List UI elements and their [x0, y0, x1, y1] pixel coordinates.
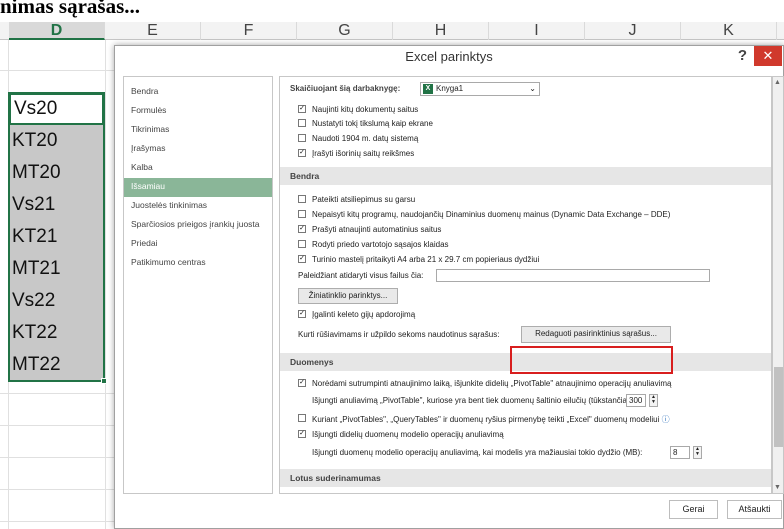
- startup-folder-label: Paleidžiant atidaryti visus failus čia:: [298, 271, 424, 280]
- options-content: Skaičiuojant šią darbaknygę: X Knyga1 ⌄ ✓…: [279, 76, 772, 494]
- calc-label: Skaičiuojant šią darbaknygę:: [290, 84, 401, 93]
- general-option-label: Nepaisyti kitų programų, naudojančių Din…: [312, 210, 671, 219]
- column-header-k[interactable]: K: [681, 22, 777, 40]
- calc-option-checkbox[interactable]: [298, 134, 306, 142]
- cell[interactable]: MT21: [9, 253, 104, 285]
- column-header-h[interactable]: H: [393, 22, 489, 40]
- cell[interactable]: Vs21: [9, 189, 104, 221]
- general-option-label: Rodyti priedo vartotojo sąsajos klaidas: [312, 240, 449, 249]
- cancel-button[interactable]: Atšaukti: [727, 500, 782, 519]
- general-option-label: Prašyti atnaujinti automatinius saitus: [312, 225, 442, 234]
- calc-option-checkbox[interactable]: ✓: [298, 105, 306, 113]
- nav-item-addins[interactable]: Priedai: [124, 235, 272, 254]
- options-nav: Bendra Formulės Tikrinimas Įrašymas Kalb…: [123, 76, 273, 494]
- pivot-rows-label: Išjungti anuliavimą „PivotTable", kurios…: [312, 396, 638, 405]
- highlight-annotation: [510, 346, 673, 374]
- multithread-checkbox[interactable]: ✓: [298, 310, 306, 318]
- general-option-checkbox[interactable]: [298, 210, 306, 218]
- multithread-label: Įgalinti keleto gijų apdorojimą: [312, 310, 416, 319]
- pivot-rows-input[interactable]: 300: [626, 394, 646, 407]
- chevron-down-icon: ⌄: [529, 84, 536, 93]
- undo-large-checkbox[interactable]: ✓: [298, 430, 306, 438]
- data-model-checkbox[interactable]: [298, 414, 306, 422]
- pivot-rows-stepper[interactable]: ▲ ▼: [649, 394, 658, 407]
- data-model-label: Kuriant „PivotTables", „QueryTables" ir …: [312, 415, 670, 424]
- excel-options-dialog: Excel parinktys ? ✕ Bendra Formulės Tikr…: [114, 45, 784, 529]
- ok-button[interactable]: Gerai: [669, 500, 718, 519]
- undo-size-stepper[interactable]: ▲ ▼: [693, 446, 702, 459]
- calc-option-label: Naujinti kitų dokumentų saitus: [312, 105, 419, 114]
- general-option-checkbox[interactable]: [298, 240, 306, 248]
- nav-item-advanced[interactable]: Išsamiau: [124, 178, 272, 197]
- general-option-checkbox[interactable]: [298, 195, 306, 203]
- dialog-titlebar[interactable]: Excel parinktys ? ✕: [115, 46, 783, 68]
- cell[interactable]: MT22: [9, 349, 104, 381]
- cell[interactable]: MT20: [9, 157, 104, 189]
- nav-item-quick-access-toolbar[interactable]: Sparčiosios prieigos įrankių juosta: [124, 216, 272, 235]
- cell[interactable]: KT22: [9, 317, 104, 349]
- general-option-label: Pateikti atsiliepimus su garsu: [312, 195, 416, 204]
- section-lotus: Lotus suderinamumas: [280, 469, 771, 487]
- excel-file-icon: X: [423, 83, 433, 94]
- general-option-checkbox[interactable]: ✓: [298, 255, 306, 263]
- info-icon: ⓘ: [661, 415, 670, 424]
- startup-folder-input[interactable]: [436, 269, 710, 282]
- calc-option-label: Įrašyti išorinių saitų reikšmes: [312, 149, 415, 158]
- fill-handle[interactable]: [101, 378, 107, 384]
- column-header-f[interactable]: F: [201, 22, 297, 40]
- dialog-title: Excel parinktys: [405, 49, 493, 64]
- edit-custom-lists-button[interactable]: Redaguoti pasirinktinius sąrašus...: [521, 326, 671, 343]
- general-option-label: Turinio mastelį pritaikyti A4 arba 21 x …: [312, 255, 540, 264]
- cell[interactable]: Vs22: [9, 285, 104, 317]
- nav-item-save[interactable]: Įrašymas: [124, 140, 272, 159]
- calc-option-label: Nustatyti tokį tikslumą kaip ekrane: [312, 119, 433, 128]
- scroll-up-icon[interactable]: ▲: [774, 79, 781, 86]
- column-header-g[interactable]: G: [297, 22, 393, 40]
- column-header-j[interactable]: J: [585, 22, 681, 40]
- web-options-button[interactable]: Žiniatinklio parinktys...: [298, 288, 398, 304]
- nav-item-customize-ribbon[interactable]: Juostelės tinkinimas: [124, 197, 272, 216]
- general-option-checkbox[interactable]: ✓: [298, 225, 306, 233]
- column-header-i[interactable]: I: [489, 22, 585, 40]
- pivot-undo-label: Norėdami sutrumpinti atnaujinimo laiką, …: [312, 379, 672, 388]
- column-d-cells: Vs20 KT20 MT20 Vs21 KT21 MT21 Vs22 KT22 …: [9, 93, 104, 381]
- document-heading-fragment: nimas sąrašas...: [0, 0, 141, 18]
- nav-item-trust-center[interactable]: Patikimumo centras: [124, 254, 272, 273]
- help-button[interactable]: ?: [738, 47, 747, 64]
- cell[interactable]: KT21: [9, 221, 104, 253]
- undo-size-input[interactable]: 8: [670, 446, 690, 459]
- undo-large-label: Išjungti didelių duomenų modelio operaci…: [312, 430, 504, 439]
- close-button[interactable]: ✕: [754, 46, 782, 66]
- scroll-down-icon[interactable]: ▼: [774, 484, 781, 491]
- undo-size-label: Išjungti duomenų modelio operacijų anuli…: [312, 448, 643, 457]
- calc-option-label: Naudoti 1904 m. datų sistemą: [312, 134, 419, 143]
- custom-lists-label: Kurti rūšiavimams ir užpildo sekoms naud…: [298, 330, 500, 339]
- nav-item-formulas[interactable]: Formulės: [124, 102, 272, 121]
- nav-item-general[interactable]: Bendra: [124, 83, 272, 102]
- calc-workbook-value: Knyga1: [436, 84, 464, 93]
- column-headers: D E F G H I J K: [0, 22, 784, 40]
- column-header-d[interactable]: D: [9, 22, 105, 40]
- calc-option-checkbox[interactable]: ✓: [298, 149, 306, 157]
- pivot-undo-checkbox[interactable]: ✓: [298, 379, 306, 387]
- calc-option-checkbox[interactable]: [298, 119, 306, 127]
- nav-item-proofing[interactable]: Tikrinimas: [124, 121, 272, 140]
- options-scrollbar[interactable]: ▲ ▼: [772, 76, 784, 494]
- cell[interactable]: Vs20: [9, 93, 104, 125]
- cell[interactable]: KT20: [9, 125, 104, 157]
- column-header-e[interactable]: E: [105, 22, 201, 40]
- section-general: Bendra: [280, 167, 771, 185]
- scroll-thumb[interactable]: [774, 367, 783, 447]
- calc-workbook-select[interactable]: X Knyga1 ⌄: [420, 82, 540, 96]
- nav-item-language[interactable]: Kalba: [124, 159, 272, 178]
